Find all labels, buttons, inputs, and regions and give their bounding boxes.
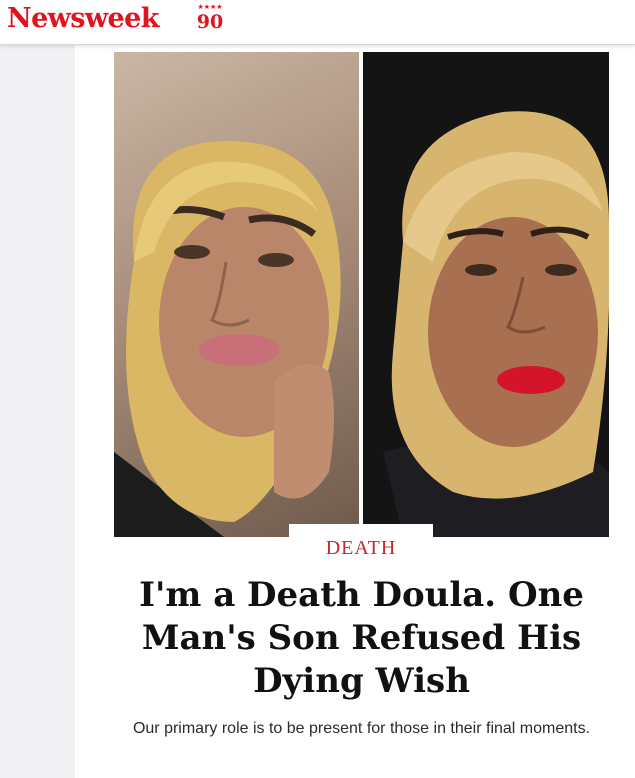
section-label[interactable]: DEATH	[289, 524, 433, 558]
article-dek: Our primary role is to be present for th…	[132, 720, 591, 737]
site-header: Newsweek ★★★★ 90	[0, 0, 635, 45]
portrait-right-image	[363, 52, 609, 537]
anniversary-number: 90	[196, 11, 224, 33]
anniversary-badge: ★★★★ 90	[193, 4, 227, 36]
section-tag[interactable]: DEATH	[289, 524, 433, 558]
hero-image[interactable]	[114, 52, 609, 537]
portrait-left-image	[114, 52, 359, 537]
left-rail	[0, 45, 75, 778]
newsweek-logo[interactable]: Newsweek	[7, 3, 159, 34]
article-headline[interactable]: I'm a Death Doula. One Man's Son Refused…	[114, 574, 609, 703]
